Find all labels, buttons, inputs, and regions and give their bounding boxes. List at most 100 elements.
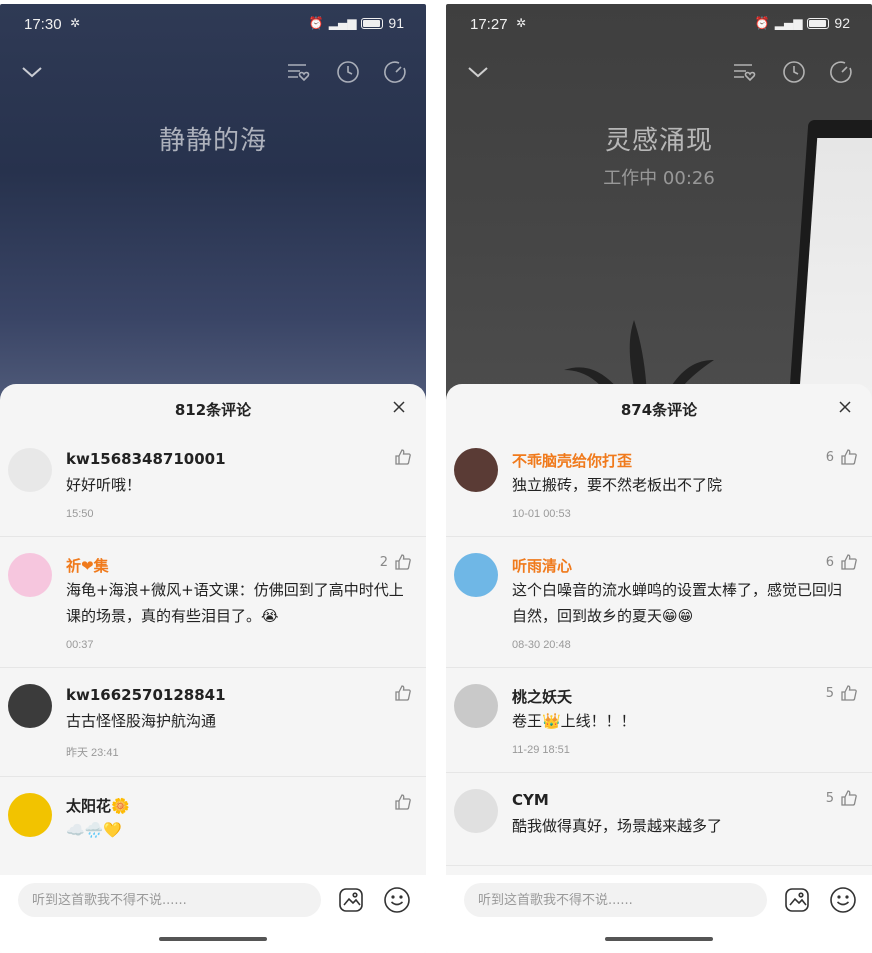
avatar[interactable]: [8, 448, 52, 492]
like-count: 6: [825, 449, 834, 465]
chevron-down-icon[interactable]: [466, 60, 490, 84]
comment-username[interactable]: 桃之妖夭: [512, 668, 856, 708]
thumbs-up-icon: [841, 554, 857, 570]
scene-title: 灵感涌现: [604, 126, 713, 156]
battery-icon: [361, 17, 384, 29]
like-button[interactable]: [388, 793, 412, 811]
status-icons: ⏰ ▂▄▆ 92: [755, 15, 850, 31]
comment-text: 古古怪怪股海护航沟通: [66, 712, 217, 730]
comment-text: 这个白噪音的流水蝉鸣的设置太棒了，感觉已回归自然，回到故乡的夏天😁😁: [512, 581, 843, 625]
thumbs-up-icon: [395, 554, 411, 570]
like-button[interactable]: [388, 684, 412, 702]
comment-item[interactable]: 太阳花🌼 ☁️🌧️💛: [0, 777, 426, 867]
comment-timestamp: [512, 839, 856, 865]
work-timer: 工作中 00:26: [603, 168, 715, 189]
status-icons: ⏰ ▂▄▆ 91: [309, 15, 404, 31]
battery-level: 92: [834, 15, 850, 31]
comments-header: 812条评论: [0, 384, 426, 432]
avatar[interactable]: [8, 684, 52, 728]
comment-timestamp: 15:50: [66, 508, 94, 520]
thumbs-up-icon: [395, 794, 411, 810]
comment-item[interactable]: 祈❤集 2 海龟+海浪+微风+语文课：仿佛回到了高中时代上课的场景，真的有些泪目了。…: [0, 537, 426, 668]
battery-icon: [807, 17, 830, 29]
signal-icon: ▂▄▆: [328, 16, 357, 30]
comment-item[interactable]: kw1662570128841 古古怪怪股海护航沟通 昨天 23:41: [0, 668, 426, 777]
comment-text: 卷王👑上线！！！: [512, 712, 636, 730]
like-count: 5: [825, 685, 834, 701]
comments-count-title: 812条评论: [174, 401, 252, 419]
playlist-heart-icon[interactable]: [286, 60, 314, 84]
thumbs-up-icon: [841, 790, 857, 806]
comment-item[interactable]: CYM 5 酷我做得真好，场景越来越多了: [446, 773, 872, 866]
alarm-icon: ⏰: [754, 16, 770, 30]
like-count: 2: [379, 554, 388, 570]
screen-left: 17:30 ✲ ⏰ ▂▄▆ 91 静静的海 812条评论 kw156834871…: [0, 4, 426, 953]
comment-text: 海龟+海浪+微风+语文课：仿佛回到了高中时代上课的场景，真的有些泪目了。😭: [66, 581, 404, 625]
signal-icon: ▂▄▆: [774, 16, 803, 30]
thumbs-up-icon: [841, 449, 857, 465]
image-icon[interactable]: [338, 887, 364, 913]
comment-item[interactable]: 桃之妖夭 5 卷王👑上线！！！ 11-29 18:51: [446, 668, 872, 773]
like-button[interactable]: 6: [826, 553, 858, 571]
player-toolbar: [0, 60, 426, 90]
like-button[interactable]: 2: [380, 553, 412, 571]
comment-timestamp: [66, 843, 410, 867]
comment-text: ☁️🌧️💛: [66, 821, 123, 839]
status-bar: 17:30 ✲ ⏰ ▂▄▆ 91: [0, 4, 426, 44]
image-icon[interactable]: [784, 887, 810, 913]
comment-timestamp: 00:37: [66, 639, 94, 651]
clock-icon[interactable]: [336, 60, 360, 84]
comment-item[interactable]: 听雨清心 6 这个白噪音的流水蝉鸣的设置太棒了，感觉已回归自然，回到故乡的夏天😁😁 0…: [446, 537, 872, 668]
comment-username[interactable]: 祈❤集: [66, 537, 410, 577]
smile-icon[interactable]: [829, 886, 857, 914]
close-icon[interactable]: [392, 400, 406, 414]
avatar[interactable]: [8, 793, 52, 837]
avatar[interactable]: [454, 684, 498, 728]
comment-input-bar: [0, 875, 426, 953]
screen-right: 17:27 ✲ ⏰ ▂▄▆ 92 灵感涌现 工作中 00:26 874条评论 不…: [446, 4, 872, 953]
comment-username[interactable]: 不乖脑壳给你打歪: [512, 432, 856, 472]
timer-icon[interactable]: [384, 60, 408, 84]
like-count: 5: [825, 790, 834, 806]
home-indicator[interactable]: [605, 937, 713, 941]
like-button[interactable]: 5: [826, 789, 858, 807]
comment-input-bar: [446, 875, 872, 953]
comment-username[interactable]: kw1568348710001: [66, 432, 410, 472]
status-time: 17:30: [24, 16, 62, 33]
home-indicator[interactable]: [159, 937, 267, 941]
like-button[interactable]: [388, 448, 412, 466]
clock-icon[interactable]: [782, 60, 806, 84]
timer-icon[interactable]: [830, 60, 854, 84]
comment-item[interactable]: kw1568348710001 好好听哦！ 15:50: [0, 432, 426, 537]
smile-icon[interactable]: [383, 886, 411, 914]
comments-list[interactable]: kw1568348710001 好好听哦！ 15:50 祈❤集 2 海龟+海浪+微风+语文…: [0, 432, 426, 867]
scene-title: 静静的海: [158, 126, 267, 156]
comment-username[interactable]: CYM: [512, 773, 856, 813]
like-button[interactable]: 5: [826, 684, 858, 702]
like-count: 6: [825, 554, 834, 570]
thumbs-up-icon: [395, 685, 411, 701]
notification-icon: ✲: [70, 16, 81, 30]
comment-text: 酷我做得真好，场景越来越多了: [512, 817, 723, 835]
comment-input[interactable]: [464, 883, 767, 917]
comment-username[interactable]: kw1662570128841: [66, 668, 410, 708]
like-button[interactable]: 6: [826, 448, 858, 466]
comment-input[interactable]: [18, 883, 321, 917]
avatar[interactable]: [454, 553, 498, 597]
comments-sheet: 874条评论 不乖脑壳给你打歪 6 独立搬砖，要不然老板出不了院 10-01 00:5…: [446, 384, 872, 953]
comment-timestamp: 10-01 00:53: [512, 508, 571, 520]
close-icon[interactable]: [838, 400, 852, 414]
comment-timestamp: 11-29 18:51: [512, 744, 570, 756]
comments-header: 874条评论: [446, 384, 872, 432]
comment-username[interactable]: 听雨清心: [512, 537, 856, 577]
playlist-heart-icon[interactable]: [732, 60, 760, 84]
comment-username[interactable]: 太阳花🌼: [66, 777, 410, 817]
chevron-down-icon[interactable]: [20, 60, 44, 84]
avatar[interactable]: [454, 789, 498, 833]
comments-list[interactable]: 不乖脑壳给你打歪 6 独立搬砖，要不然老板出不了院 10-01 00:53 听雨清心 6 这…: [446, 432, 872, 867]
avatar[interactable]: [454, 448, 498, 492]
comment-text: 好好听哦！: [66, 476, 142, 494]
avatar[interactable]: [8, 553, 52, 597]
comment-item[interactable]: 不乖脑壳给你打歪 6 独立搬砖，要不然老板出不了院 10-01 00:53: [446, 432, 872, 537]
status-time: 17:27: [470, 16, 508, 33]
